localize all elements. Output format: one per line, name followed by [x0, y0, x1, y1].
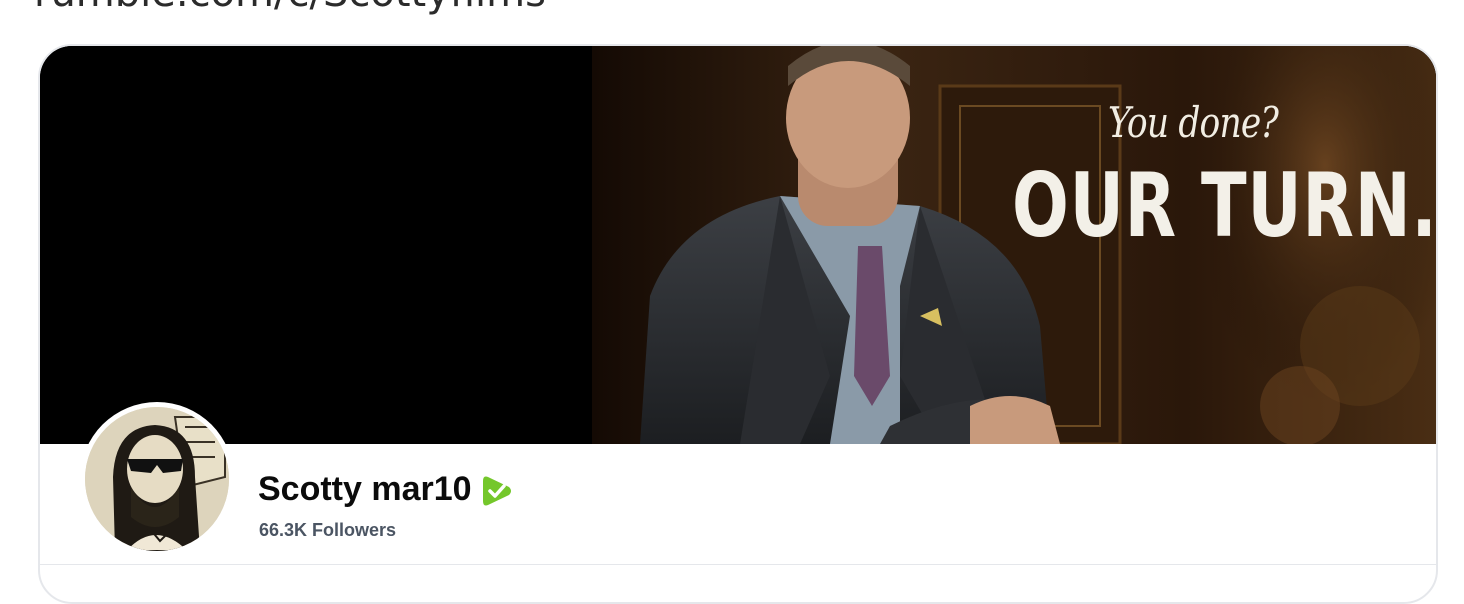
channel-name[interactable]: Scotty mar10 — [258, 470, 472, 509]
banner-tagline-small: You done? — [1108, 98, 1279, 147]
avatar[interactable] — [80, 402, 234, 556]
follower-count: 66.3K Followers — [259, 520, 397, 540]
channel-card: You done? OUR TURN. Scotty mar10 66.3K F — [38, 44, 1438, 604]
channel-avatar-image — [85, 407, 229, 551]
profile-row — [40, 444, 1436, 565]
avatar-illustration — [85, 407, 229, 551]
verified-check-icon — [480, 474, 514, 508]
banner-tagline-large: OUR TURN. — [1012, 154, 1436, 257]
channel-banner: You done? OUR TURN. — [40, 46, 1436, 444]
page-url-text: rumble.com/c/Scottyfilms — [34, 0, 546, 16]
